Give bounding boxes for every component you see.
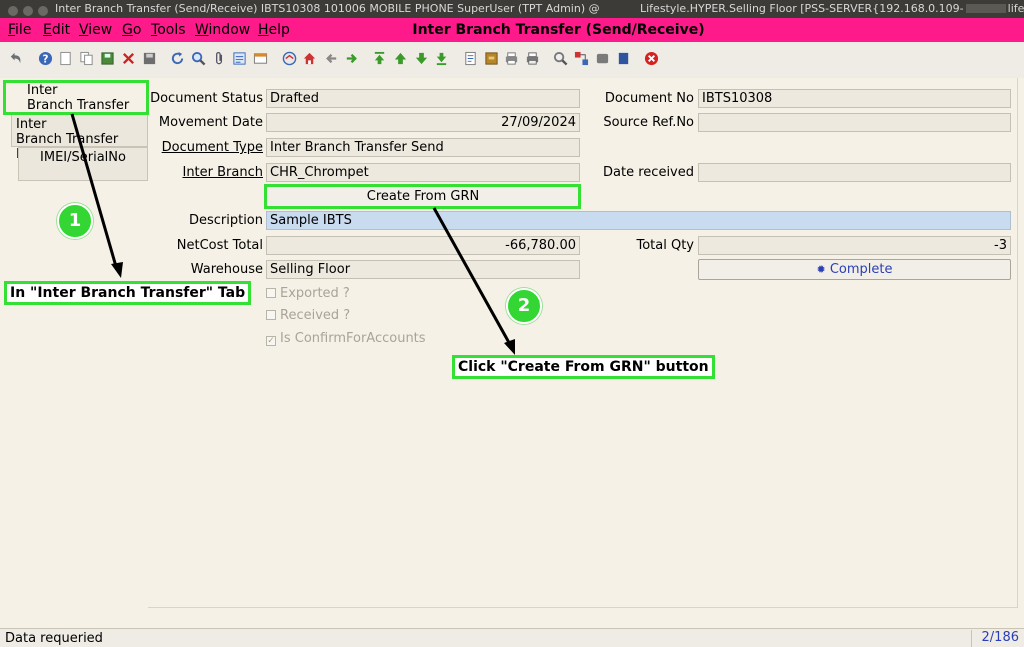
complete-button[interactable]: ✹ Complete [698, 259, 1011, 280]
description-label: Description [188, 213, 263, 228]
confirm-for-accounts-checkbox[interactable]: ✓ Is ConfirmForAccounts [266, 331, 426, 346]
undo-icon[interactable] [8, 51, 23, 66]
checkbox-box [266, 288, 276, 298]
back-icon[interactable] [324, 51, 339, 66]
next-record-icon[interactable] [414, 51, 429, 66]
save-disk-icon[interactable] [142, 51, 157, 66]
form-window-title: Inter Branch Transfer (Send/Receive) [412, 22, 705, 38]
document-status-field[interactable]: Drafted [266, 89, 580, 108]
workflow-icon[interactable] [574, 51, 589, 66]
form-panel: Document Status Drafted Document No IBTS… [148, 78, 1018, 608]
attachment-icon[interactable] [212, 51, 227, 66]
menu-bar: File Edit View Go Tools Window Help Inte… [0, 18, 1024, 42]
highlight-button-box [264, 184, 581, 209]
step-1-badge: 1 [57, 203, 93, 239]
zoom-across-icon[interactable] [553, 51, 568, 66]
refresh-icon[interactable] [170, 51, 185, 66]
confirm-for-accounts-label: Is ConfirmForAccounts [280, 331, 426, 346]
history-icon[interactable] [232, 51, 247, 66]
save-icon[interactable] [100, 51, 115, 66]
maximize-window-dot-icon[interactable] [38, 6, 48, 16]
grid-toggle-icon[interactable] [253, 51, 268, 66]
content-area: Inter Branch Transfer Inter Branch Trans… [0, 78, 1024, 628]
exported-label: Exported ? [280, 286, 350, 301]
tab-panel: Inter Branch Transfer Inter Branch Trans… [0, 78, 148, 628]
document-no-label: Document No [604, 91, 694, 106]
document-type-label: Document Type [161, 140, 263, 155]
first-record-icon[interactable] [372, 51, 387, 66]
date-received-field[interactable] [698, 163, 1011, 182]
window-title-text: Inter Branch Transfer (Send/Receive) IBT… [55, 2, 600, 15]
close-window-dot-icon[interactable] [8, 6, 18, 16]
window-title-text-right: Lifestyle.HYPER.Selling Floor [PSS-SERVE… [640, 2, 1024, 15]
record-counter[interactable]: 2/186 [971, 630, 1021, 647]
product-info-icon[interactable] [616, 51, 631, 66]
close-window-icon[interactable] [644, 51, 659, 66]
request-icon[interactable] [595, 51, 610, 66]
source-ref-no-field[interactable] [698, 113, 1011, 132]
inter-branch-label: Inter Branch [182, 165, 263, 180]
received-checkbox[interactable]: Received ? [266, 308, 350, 323]
previous-record-icon[interactable] [393, 51, 408, 66]
status-bar: Data requeried 2/186 [0, 628, 1024, 647]
print-icon[interactable] [525, 51, 540, 66]
checkbox-box [266, 310, 276, 320]
movement-date-label: Movement Date [158, 115, 263, 130]
report-icon[interactable] [463, 51, 478, 66]
document-status-label: Document Status [150, 91, 263, 106]
find-icon[interactable] [191, 51, 206, 66]
minimize-window-dot-icon[interactable] [23, 6, 33, 16]
archive-icon[interactable] [484, 51, 499, 66]
tab-inter-branch-transfer-line[interactable]: Inter Branch Transfer Line [11, 114, 148, 162]
home-alt-icon[interactable] [302, 51, 317, 66]
netcost-total-field[interactable]: -66,780.00 [266, 236, 580, 255]
complete-label: Complete [829, 262, 893, 277]
svg-text:?: ? [43, 53, 49, 65]
gear-icon: ✹ [816, 263, 826, 276]
exported-checkbox[interactable]: Exported ? [266, 286, 350, 301]
received-label: Received ? [280, 308, 351, 323]
step-2-callout: Click "Create From GRN" button [452, 355, 715, 379]
highlight-tab-box [3, 80, 149, 115]
window-title-bar: Inter Branch Transfer (Send/Receive) IBT… [0, 0, 1024, 18]
step-1-callout: In "Inter Branch Transfer" Tab [4, 281, 252, 305]
tab-label: IMEI/SerialNo [40, 150, 126, 165]
check-icon: ✓ [266, 336, 276, 346]
step-2-badge: 2 [506, 288, 542, 324]
total-qty-label: Total Qty [636, 238, 694, 253]
window-controls[interactable] [8, 4, 53, 18]
copy-icon[interactable] [79, 51, 94, 66]
warehouse-field[interactable]: Selling Floor [266, 260, 580, 279]
document-type-field[interactable]: Inter Branch Transfer Send [266, 138, 580, 157]
total-qty-field[interactable]: -3 [698, 236, 1011, 255]
tab-imei-serial-no[interactable]: IMEI/SerialNo [18, 147, 148, 181]
document-no-field[interactable]: IBTS10308 [698, 89, 1011, 108]
movement-date-field[interactable]: 27/09/2024 [266, 113, 580, 132]
forward-icon[interactable] [344, 51, 359, 66]
delete-icon[interactable] [121, 51, 136, 66]
source-ref-no-label: Source Ref.No [603, 115, 694, 130]
toolbar: ? [0, 42, 1024, 78]
inter-branch-field[interactable]: CHR_Chrompet [266, 163, 580, 182]
tab-label-line1: Inter [16, 117, 47, 132]
netcost-total-label: NetCost Total [176, 238, 263, 253]
description-field[interactable]: Sample IBTS [266, 211, 1011, 230]
new-icon[interactable] [58, 51, 73, 66]
status-message: Data requeried [5, 631, 103, 646]
home-icon[interactable] [282, 51, 297, 66]
help-icon[interactable]: ? [38, 51, 53, 66]
print-preview-icon[interactable] [504, 51, 519, 66]
warehouse-label: Warehouse [190, 262, 263, 277]
date-received-label: Date received [603, 165, 694, 180]
last-record-icon[interactable] [434, 51, 449, 66]
